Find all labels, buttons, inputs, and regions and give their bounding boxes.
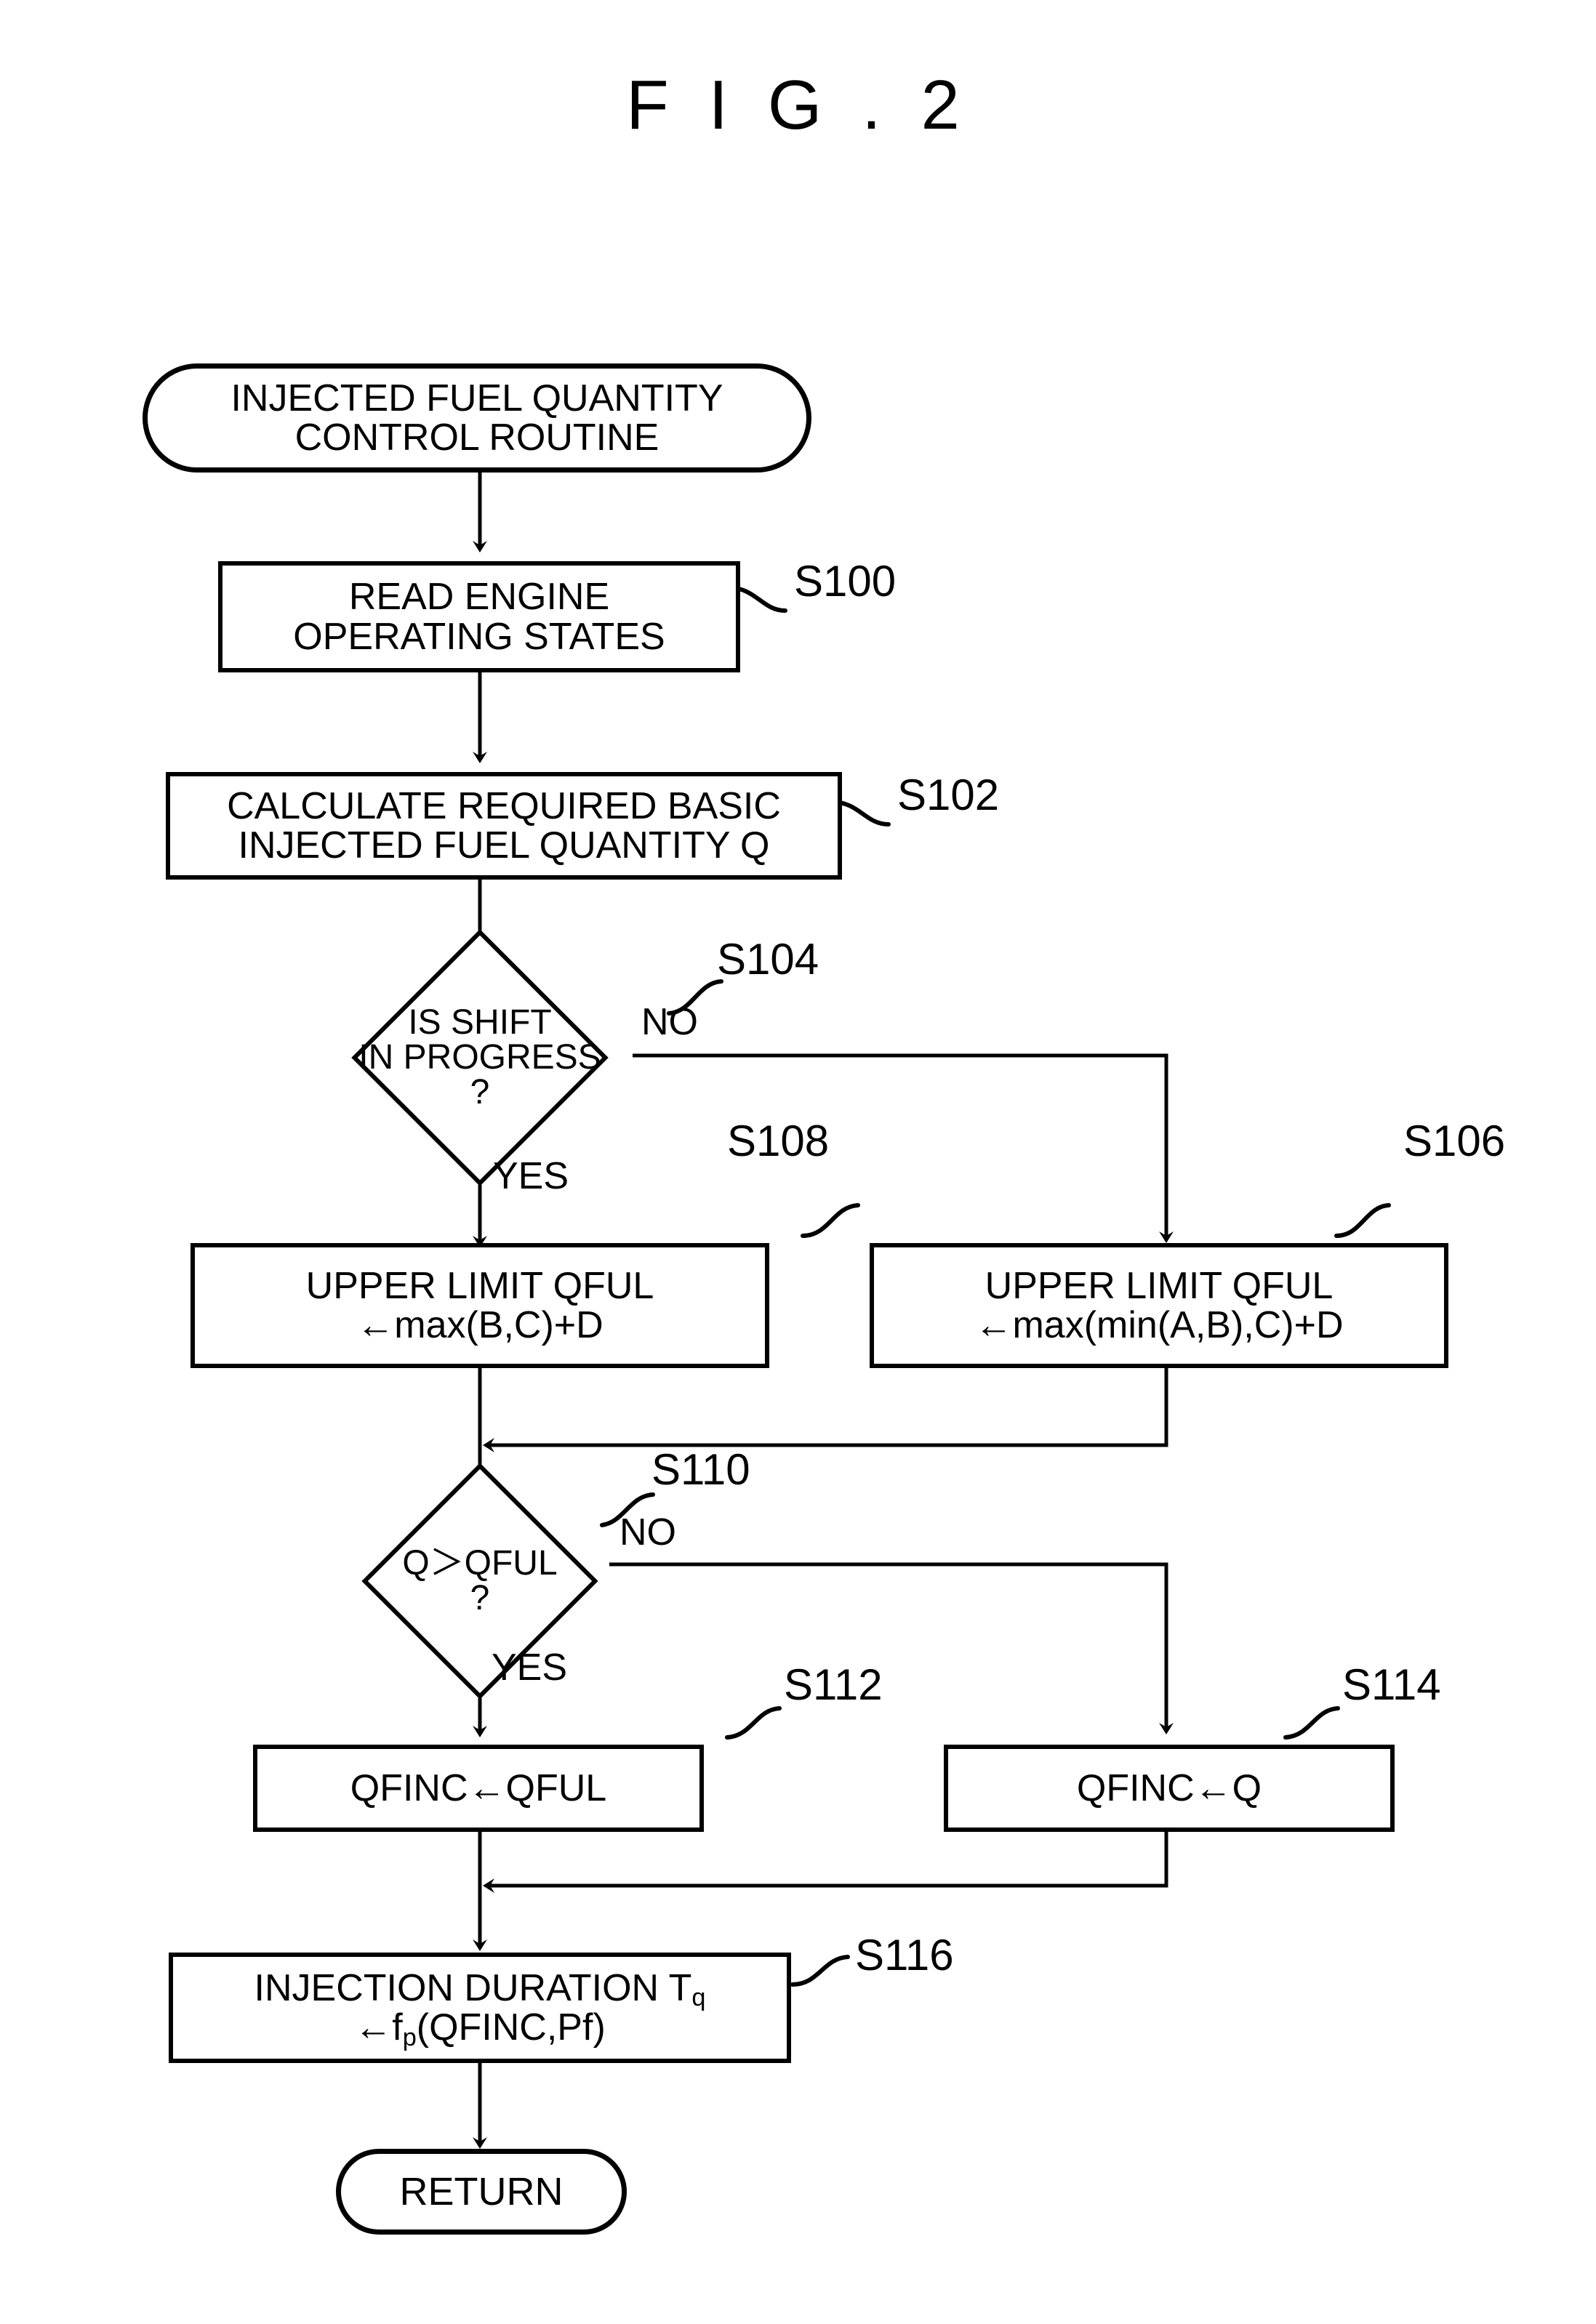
branch-label-s104-yes: YES <box>493 1155 569 1197</box>
branch-label-s104-no: NO <box>641 1001 698 1043</box>
process-s100: READ ENGINE OPERATING STATES <box>218 561 740 672</box>
branch-label-s110-no: NO <box>619 1511 676 1553</box>
process-s102-line2: INJECTED FUEL QUANTITY Q <box>238 824 770 867</box>
process-s116-line2-prefix: ←f <box>354 2006 403 2048</box>
process-s112-line1: QFINC←QFUL <box>350 1766 607 1809</box>
figure-sheet: F I G . 2 INJECTED FUEL QUANTITY CONTROL… <box>0 0 1596 2324</box>
step-label-s106: S106 <box>1403 1117 1506 1165</box>
terminal-return: RETURN <box>336 2149 627 2235</box>
process-s116-line2-suffix: (QFINC,Pf) <box>416 2006 606 2048</box>
step-label-s112: S112 <box>784 1660 883 1709</box>
step-label-s110: S110 <box>651 1445 750 1494</box>
process-s106: UPPER LIMIT QFUL ←max(min(A,B),C)+D <box>870 1243 1448 1368</box>
process-s106-line2: ←max(min(A,B),C)+D <box>974 1304 1344 1346</box>
process-s112: QFINC←QFUL <box>253 1745 704 1832</box>
terminal-return-line1: RETURN <box>399 2169 564 2214</box>
terminal-start-line1: INJECTED FUEL QUANTITY <box>230 377 723 419</box>
process-s116-line1: INJECTION DURATION Tq <box>254 1966 706 2012</box>
branch-label-s110-yes: YES <box>492 1646 568 1689</box>
process-s116-line1-subscript: q <box>691 1984 706 2012</box>
process-s100-line2: OPERATING STATES <box>293 615 665 658</box>
step-label-s108: S108 <box>727 1117 830 1165</box>
process-s116-line1-main: INJECTION DURATION T <box>254 1966 692 2009</box>
process-s114-line1: QFINC←Q <box>1076 1766 1262 1809</box>
terminal-start: INJECTED FUEL QUANTITY CONTROL ROUTINE <box>143 363 811 473</box>
step-label-s104: S104 <box>717 935 819 984</box>
process-s102: CALCULATE REQUIRED BASIC INJECTED FUEL Q… <box>166 772 842 880</box>
process-s108-line2: ←max(B,C)+D <box>356 1304 603 1346</box>
step-label-s116: S116 <box>855 1931 954 1979</box>
process-s106-line1: UPPER LIMIT QFUL <box>985 1264 1334 1307</box>
process-s116-line2: ←fp(QFINC,Pf) <box>354 2006 606 2050</box>
terminal-start-line2: CONTROL ROUTINE <box>294 417 659 459</box>
process-s116: INJECTION DURATION Tq ←fp(QFINC,Pf) <box>169 1953 791 2063</box>
step-label-s100: S100 <box>794 557 897 606</box>
step-label-s114: S114 <box>1342 1660 1441 1709</box>
process-s116-line2-subscript: p <box>402 2023 417 2051</box>
process-s100-line1: READ ENGINE <box>348 576 610 619</box>
process-s108: UPPER LIMIT QFUL ←max(B,C)+D <box>191 1243 769 1368</box>
process-s108-line1: UPPER LIMIT QFUL <box>305 1264 654 1307</box>
decision-s104: IS SHIFT IN PROGRESS ? <box>298 929 662 1186</box>
decision-s104-shape <box>351 929 609 1186</box>
decision-s110: Q＞QFUL ? <box>305 1463 654 1700</box>
step-label-s102: S102 <box>897 771 1000 819</box>
process-s114: QFINC←Q <box>944 1745 1395 1832</box>
process-s102-line1: CALCULATE REQUIRED BASIC <box>227 784 781 827</box>
